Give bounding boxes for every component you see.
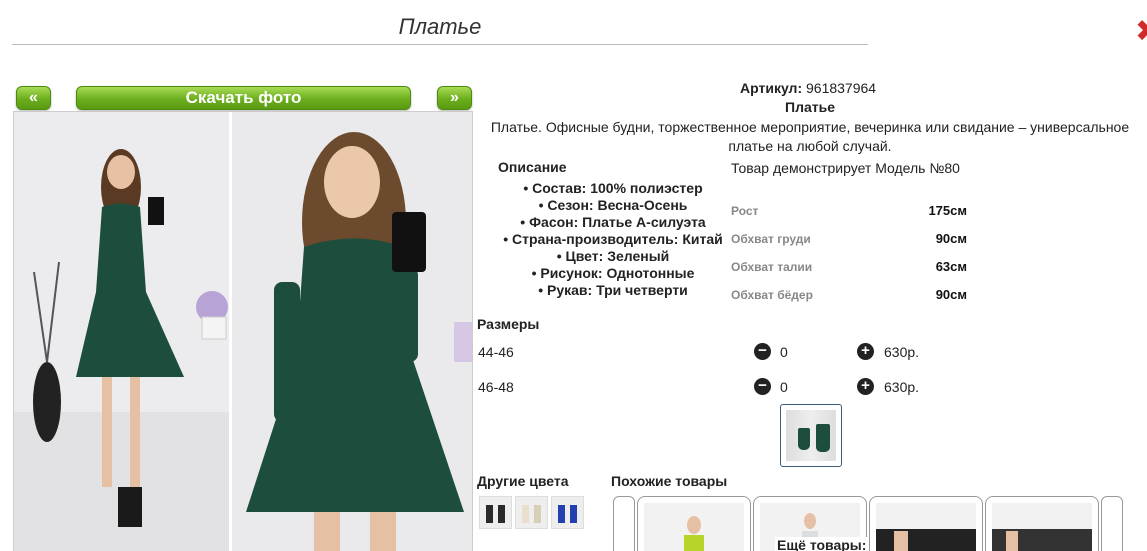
measurement-label: Обхват бёдер [731, 288, 813, 302]
photo-thumbnail[interactable] [780, 404, 842, 467]
similar-prev-button[interactable] [613, 496, 635, 551]
spec-item: Рисунок: Однотонные [478, 265, 748, 282]
similar-product-card[interactable] [985, 496, 1099, 551]
size-label: 44-46 [478, 344, 514, 360]
spec-item: Страна-производитель: Китай [478, 231, 748, 248]
measurement-label: Обхват талии [731, 260, 813, 274]
size-price: 630р. [884, 379, 920, 395]
product-photo [13, 111, 473, 551]
size-row: 44-46 − 0 + 630р. [477, 343, 937, 363]
article-label: Артикул: [740, 80, 803, 96]
measurement-row: Обхват бёдер 90см [731, 285, 967, 305]
decrease-quantity-button[interactable]: − [754, 343, 771, 360]
sizes-heading: Размеры [477, 316, 540, 332]
measurement-row: Обхват талии 63см [731, 257, 967, 277]
more-products-link[interactable]: Ещё товары: [775, 537, 869, 551]
measurement-label: Обхват груди [731, 232, 811, 246]
measurement-row: Рост 175см [731, 201, 967, 221]
similar-products-heading: Похожие товары [611, 473, 728, 489]
decrease-quantity-button[interactable]: − [754, 378, 771, 395]
spec-list: Состав: 100% полиэстер Сезон: Весна-Осен… [478, 180, 748, 299]
measurement-label: Рост [731, 204, 759, 218]
next-photo-button[interactable]: » [437, 86, 472, 110]
thumbnail-dress [798, 428, 810, 450]
spec-item: Цвет: Зеленый [478, 248, 748, 265]
download-photo-button[interactable]: Скачать фото [76, 86, 411, 110]
size-label: 46-48 [478, 379, 514, 395]
color-swatch[interactable] [551, 496, 584, 529]
measurement-row: Обхват груди 90см [731, 229, 967, 249]
description-heading: Описание [498, 159, 567, 175]
measurement-value: 175см [928, 203, 967, 218]
quantity-value: 0 [780, 344, 788, 360]
thumbnail-dress [816, 424, 830, 452]
increase-quantity-button[interactable]: + [857, 343, 874, 360]
prev-photo-button[interactable]: « [16, 86, 51, 110]
spec-item: Сезон: Весна-Осень [478, 197, 748, 214]
close-icon[interactable]: ✖ [1135, 17, 1147, 47]
product-name: Платье [785, 99, 835, 115]
page-title: Платье [12, 12, 868, 45]
photo-divider [229, 112, 232, 551]
spec-item: Фасон: Платье А-силуэта [478, 214, 748, 231]
size-price: 630р. [884, 344, 920, 360]
article: Артикул: 961837964 [740, 80, 876, 96]
similar-product-card[interactable] [869, 496, 983, 551]
product-photo-illustration [14, 112, 472, 551]
spec-item: Состав: 100% полиэстер [478, 180, 748, 197]
product-description: Платье. Офисные будни, торжественное мер… [490, 119, 1130, 154]
similar-product-card[interactable] [637, 496, 751, 551]
quantity-value: 0 [780, 379, 788, 395]
model-title: Товар демонстрирует Модель №80 [731, 160, 960, 176]
article-value: 961837964 [806, 80, 877, 96]
color-swatch[interactable] [479, 496, 512, 529]
size-row: 46-48 − 0 + 630р. [477, 378, 937, 398]
thumbnail-image [786, 410, 836, 461]
measurement-value: 90см [935, 287, 967, 302]
similar-next-button[interactable] [1101, 496, 1123, 551]
increase-quantity-button[interactable]: + [857, 378, 874, 395]
other-colors-heading: Другие цвета [477, 473, 569, 489]
measurement-value: 90см [935, 231, 967, 246]
color-swatch[interactable] [515, 496, 548, 529]
measurement-value: 63см [935, 259, 967, 274]
spec-item: Рукав: Три четверти [478, 282, 748, 299]
